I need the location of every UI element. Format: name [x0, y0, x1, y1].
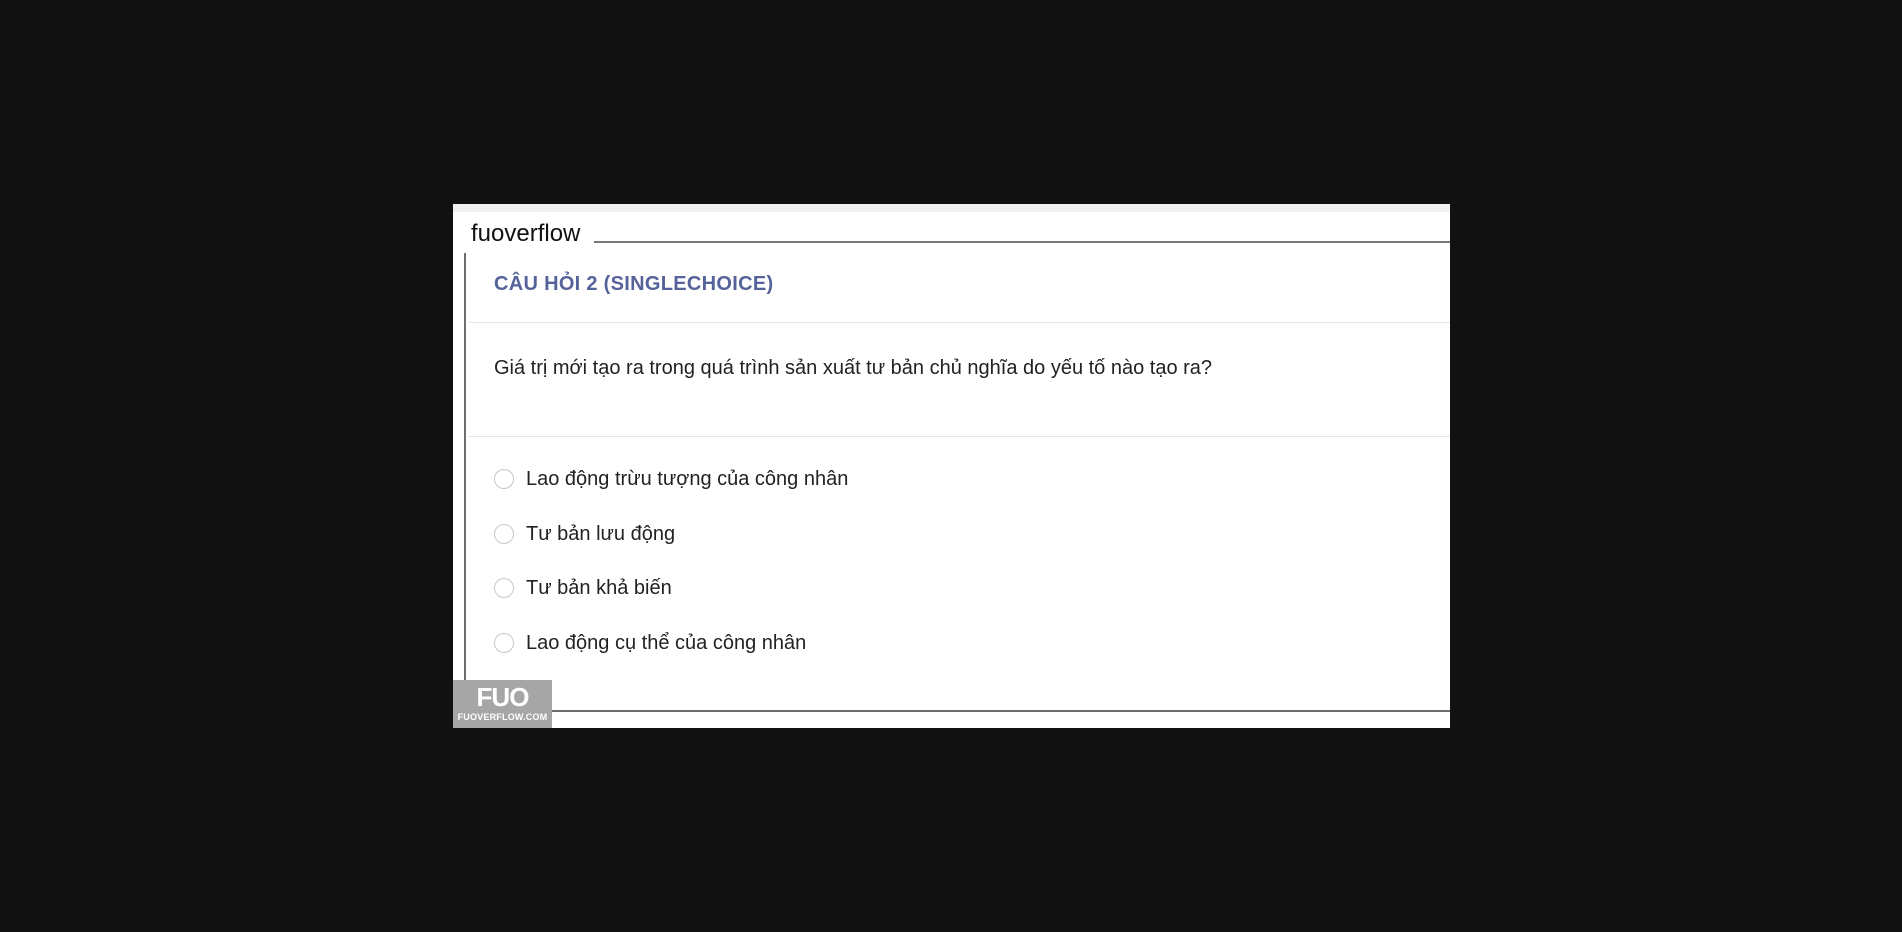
- logo-mark: FUO: [476, 682, 530, 712]
- radio-button[interactable]: [494, 632, 514, 653]
- answer-option[interactable]: Tư bản lưu động: [494, 520, 1450, 575]
- question-title: CÂU HỎI 2 (SINGLECHOICE): [494, 273, 774, 295]
- header-divider: [594, 241, 1450, 243]
- answer-option-label: Tư bản lưu động: [526, 522, 676, 545]
- answer-option-label: Lao động cụ thể của công nhân: [526, 631, 807, 654]
- radio-button[interactable]: [494, 578, 514, 598]
- answer-option[interactable]: Tư bản khả biến: [494, 574, 1450, 629]
- answer-option-label: Lao động trừu tượng của công nhân: [526, 468, 849, 490]
- backdrop: fuoverflow CÂU HỎI 2 (SINGLECHOICE) Giá …: [0, 0, 1902, 932]
- logo-domain: FUOVERFLOW.COM: [457, 712, 548, 722]
- fuoverflow-logo: FUO FUOVERFLOW.COM: [453, 680, 552, 728]
- answer-option-label: Tư bản khả biến: [526, 577, 672, 599]
- title-divider: [469, 322, 1450, 323]
- question-text: Giá trị mới tạo ra trong quá trình sản x…: [494, 357, 1213, 379]
- question-divider: [469, 436, 1450, 437]
- radio-button[interactable]: [494, 523, 514, 544]
- radio-button[interactable]: [494, 469, 514, 489]
- question-card: CÂU HỎI 2 (SINGLECHOICE) Giá trị mới tạo…: [469, 253, 1450, 710]
- top-strip: [453, 204, 1450, 212]
- answer-options: Lao động trừu tượng của công nhân Tư bản…: [494, 465, 1450, 683]
- screenshot-panel: fuoverflow CÂU HỎI 2 (SINGLECHOICE) Giá …: [453, 204, 1450, 728]
- answer-option[interactable]: Lao động cụ thể của công nhân: [494, 629, 1450, 684]
- answer-option[interactable]: Lao động trừu tượng của công nhân: [494, 465, 1450, 520]
- site-label: fuoverflow: [471, 220, 581, 247]
